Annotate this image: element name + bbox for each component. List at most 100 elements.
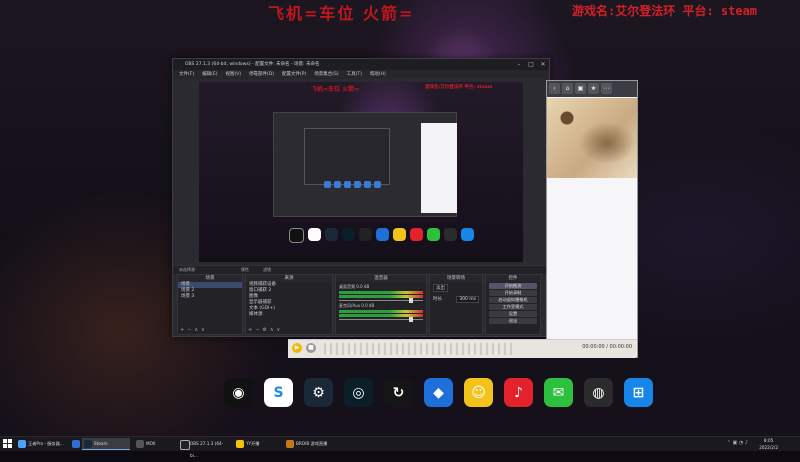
- taskbar-item[interactable]: BROIB 游戏直播: [284, 438, 340, 450]
- windows-icon[interactable]: ⊞: [624, 378, 653, 407]
- preview-nested-obs: [273, 112, 457, 217]
- menu-file[interactable]: 文件(F): [179, 70, 194, 79]
- obs-docks: 场景 场景 场景 2 场景 3 +−∧∨ 来源 视频捕获设备 窗口捕获 2 图像…: [173, 274, 549, 335]
- scenes-dock-title: 场景: [178, 275, 242, 282]
- more-icon[interactable]: ⋯: [601, 83, 612, 94]
- audio-meter: [339, 291, 423, 294]
- obs-source-toolbar: 未选择源 属性 滤镜: [173, 265, 549, 274]
- bookmark-icon[interactable]: ★: [588, 83, 599, 94]
- controls-dock-title: 控件: [486, 275, 540, 282]
- system-tray[interactable]: ⌃ ▣ ◔ ♪: [727, 440, 748, 446]
- start-virtual-camera-button[interactable]: 启动虚拟摄像机: [489, 297, 537, 303]
- image-icon[interactable]: ▣: [575, 83, 586, 94]
- studio-mode-button[interactable]: 工作室模式: [489, 304, 537, 310]
- menu-view[interactable]: 视图(V): [225, 70, 241, 79]
- browser-window: ‹ ⌂ ▣ ★ ⋯: [546, 80, 638, 358]
- overlay-game-text: 游戏名:艾尔登法环 平台: steam: [572, 4, 758, 18]
- browser-artwork: [547, 98, 637, 178]
- scenes-dock: 场景 场景 场景 2 场景 3 +−∧∨: [177, 274, 243, 335]
- sources-dock: 来源 视频捕获设备 窗口捕获 2 图像 显示器捕获 文本 (GDI+) 媒体源 …: [245, 274, 333, 335]
- audio-meter: [339, 310, 423, 313]
- obs-menubar: 文件(F) 编辑(E) 视图(V) 停靠部件(D) 配置文件(P) 场景集合(S…: [173, 70, 549, 79]
- settings-button[interactable]: 设置: [489, 311, 537, 317]
- taskbar-item[interactable]: 王者Pro - 服务器...: [16, 438, 66, 450]
- preview-nested-browser: [421, 123, 457, 213]
- taskbar: 王者Pro - 服务器... Steam MOX OBS 27.1.3 (64-…: [0, 436, 800, 458]
- maximize-icon[interactable]: □: [525, 59, 537, 70]
- obs-studio-icon[interactable]: ◉: [224, 378, 253, 407]
- preview-nested-obs-inner: [304, 128, 390, 185]
- mixer-track: 桌面音频 0.0 dB: [339, 284, 423, 303]
- filters-button[interactable]: 滤镜: [263, 266, 271, 274]
- menu-docks[interactable]: 停靠部件(D): [249, 70, 274, 79]
- browser-tabbar: ‹ ⌂ ▣ ★ ⋯: [547, 81, 637, 97]
- camera-icon[interactable]: ◍: [584, 378, 613, 407]
- menu-profile[interactable]: 配置文件(P): [282, 70, 306, 79]
- taskbar-item-blue[interactable]: [70, 438, 82, 450]
- media-player-bar: ▶ ■ 00:00:00 / 00:00:00: [288, 339, 636, 358]
- no-source-label: 未选择源: [179, 267, 195, 272]
- clock-time: 8:05: [763, 438, 774, 443]
- steam-icon[interactable]: ⚙: [304, 378, 333, 407]
- play-icon[interactable]: ▶: [292, 343, 302, 353]
- home-icon[interactable]: ⌂: [562, 83, 573, 94]
- obs-window: OBS 27.1.3 (64-bit, windows) - 配置文件: 未命名…: [172, 58, 550, 337]
- mixer-track-level: 0.0 dB: [361, 303, 375, 308]
- menu-tools[interactable]: 工具(T): [347, 70, 362, 79]
- obs-titlebar[interactable]: OBS 27.1.3 (64-bit, windows) - 配置文件: 未命名…: [173, 59, 549, 70]
- transitions-dock: 场景转场 淡出 时长 300 ms: [429, 274, 483, 335]
- desktop-dock: ◉ S ⚙ ◎ ↻ ◆ ☺ ♪ ✉ ◍ ⊞: [224, 378, 653, 407]
- taskbar-item[interactable]: Steam: [82, 438, 130, 450]
- wechat-icon[interactable]: ✉: [544, 378, 573, 407]
- scene-controls[interactable]: +−∧∨: [180, 327, 208, 333]
- preview-nested-dock: [324, 181, 424, 191]
- overlay-red-text: 飞机=车位 火箭=: [268, 4, 415, 23]
- volume-slider[interactable]: [339, 298, 423, 303]
- preview-dock: [289, 228, 474, 243]
- back-icon[interactable]: ‹: [549, 83, 560, 94]
- close-icon[interactable]: ✕: [537, 59, 549, 70]
- menu-edit[interactable]: 编辑(E): [202, 70, 217, 79]
- taskbar-clock[interactable]: 8:05 2022/2/2: [759, 437, 778, 451]
- sources-dock-title: 来源: [246, 275, 332, 282]
- cube-app-icon[interactable]: ◆: [424, 378, 453, 407]
- properties-button[interactable]: 属性: [241, 266, 249, 274]
- source-controls[interactable]: +−⚙∧∨: [248, 327, 283, 333]
- sogou-icon[interactable]: S: [264, 378, 293, 407]
- mixer-track-name: 桌面音频: [339, 284, 355, 289]
- preview-taskbar: [199, 255, 523, 262]
- transitions-dock-title: 场景转场: [430, 275, 482, 282]
- media-time: 00:00:00 / 00:00:00: [582, 344, 632, 350]
- minimize-icon[interactable]: –: [513, 59, 525, 70]
- netease-music-icon[interactable]: ♪: [504, 378, 533, 407]
- start-recording-button[interactable]: 开始录制: [489, 290, 537, 296]
- preview-red-text: 飞机=车位 火箭=: [311, 86, 360, 93]
- taskbar-item[interactable]: OBS 27.1.3 (64-bi...: [178, 438, 230, 458]
- stop-icon[interactable]: ■: [306, 343, 316, 353]
- volume-slider[interactable]: [339, 317, 423, 322]
- qq-pet-icon[interactable]: ☺: [464, 378, 493, 407]
- taskbar-item[interactable]: MOX: [134, 438, 174, 450]
- app-circle-icon[interactable]: ◎: [344, 378, 373, 407]
- obs-window-title: OBS 27.1.3 (64-bit, windows) - 配置文件: 未命名…: [185, 62, 320, 67]
- start-streaming-button[interactable]: 开始推流: [489, 283, 537, 289]
- duration-input[interactable]: 300 ms: [456, 296, 479, 303]
- taskbar-item[interactable]: YY开播: [234, 438, 280, 450]
- preview-game-text: 游戏名:艾尔登法环 平台: steam: [425, 85, 493, 90]
- transition-select[interactable]: 淡出: [433, 284, 448, 292]
- obs-preview[interactable]: 飞机=车位 火箭= 游戏名:艾尔登法环 平台: steam: [199, 82, 523, 262]
- media-timeline[interactable]: [324, 343, 514, 355]
- mixer-dock-title: 混音器: [336, 275, 426, 282]
- exit-button[interactable]: 退出: [489, 318, 537, 324]
- source-item[interactable]: 媒体源: [246, 312, 332, 318]
- menu-help[interactable]: 帮助(H): [370, 70, 386, 79]
- update-icon[interactable]: ↻: [384, 378, 413, 407]
- mixer-dock: 混音器 桌面音频 0.0 dB 麦克风/Aux 0.0 dB: [335, 274, 427, 335]
- duration-label: 时长: [433, 297, 442, 302]
- mixer-track-name: 麦克风/Aux: [339, 303, 360, 308]
- mixer-track-level: 0.0 dB: [356, 284, 370, 289]
- menu-scene-collection[interactable]: 场景集合(S): [314, 70, 338, 79]
- mixer-track: 麦克风/Aux 0.0 dB: [339, 303, 423, 322]
- scene-item[interactable]: 场景 3: [178, 294, 242, 300]
- windows-start-icon[interactable]: [3, 439, 12, 448]
